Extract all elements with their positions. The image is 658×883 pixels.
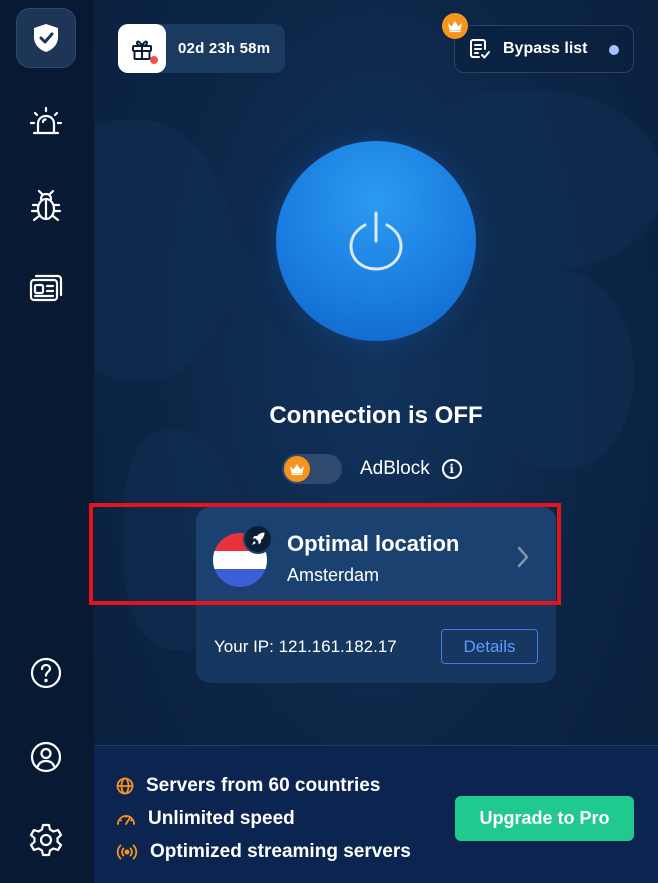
globe-icon bbox=[116, 777, 134, 795]
highlight-box bbox=[89, 503, 561, 605]
feature-text: Servers from 60 countries bbox=[146, 775, 381, 796]
sidebar bbox=[0, 0, 94, 883]
sidebar-item-account[interactable] bbox=[16, 727, 76, 787]
adblock-toggle[interactable] bbox=[282, 454, 342, 484]
crown-icon bbox=[442, 13, 468, 39]
help-icon bbox=[30, 657, 62, 689]
feature-text: Unlimited speed bbox=[148, 808, 295, 829]
adblock-label: AdBlock bbox=[360, 458, 430, 479]
upgrade-promo: Servers from 60 countries Unlimited spee… bbox=[94, 745, 658, 883]
sidebar-item-settings[interactable] bbox=[16, 810, 76, 870]
sidebar-item-identity[interactable] bbox=[16, 258, 76, 318]
speedometer-icon bbox=[117, 815, 135, 825]
sidebar-item-alerts[interactable] bbox=[16, 92, 76, 152]
adblock-row: AdBlock i bbox=[282, 454, 462, 484]
bypass-list-label: Bypass list bbox=[503, 40, 588, 57]
promo-timer[interactable]: 02d 23h 58m bbox=[118, 24, 285, 73]
connection-status: Connection is OFF bbox=[269, 402, 483, 429]
shield-check-icon bbox=[34, 24, 58, 52]
upgrade-button[interactable]: Upgrade to Pro bbox=[455, 796, 634, 841]
crown-icon bbox=[284, 456, 310, 482]
sidebar-item-help[interactable] bbox=[16, 643, 76, 703]
user-icon bbox=[30, 741, 62, 773]
sidebar-item-malware[interactable] bbox=[16, 176, 76, 236]
map-background bbox=[494, 270, 634, 470]
gear-icon bbox=[29, 823, 63, 857]
gift-icon bbox=[118, 24, 166, 73]
feature-speed: Unlimited speed bbox=[116, 808, 295, 830]
alarm-icon bbox=[29, 106, 63, 135]
broadcast-icon bbox=[116, 844, 138, 860]
ip-address: Your IP: 121.161.182.17 bbox=[214, 637, 397, 656]
id-card-icon bbox=[29, 274, 63, 302]
connect-power-button[interactable] bbox=[276, 141, 476, 341]
bypass-list-button[interactable]: Bypass list bbox=[454, 25, 634, 73]
feature-text: Optimized streaming servers bbox=[150, 841, 411, 862]
notification-dot bbox=[150, 56, 158, 64]
feature-streaming: Optimized streaming servers bbox=[116, 841, 411, 863]
countdown-timer: 02d 23h 58m bbox=[178, 40, 271, 57]
list-check-icon bbox=[470, 39, 490, 59]
sidebar-item-protection[interactable] bbox=[16, 8, 76, 68]
status-dot bbox=[609, 45, 619, 55]
power-icon bbox=[349, 211, 403, 271]
map-background bbox=[94, 120, 234, 380]
details-button[interactable]: Details bbox=[441, 629, 538, 664]
bug-icon bbox=[30, 189, 62, 222]
info-icon[interactable]: i bbox=[441, 459, 462, 479]
feature-servers: Servers from 60 countries bbox=[116, 775, 380, 797]
